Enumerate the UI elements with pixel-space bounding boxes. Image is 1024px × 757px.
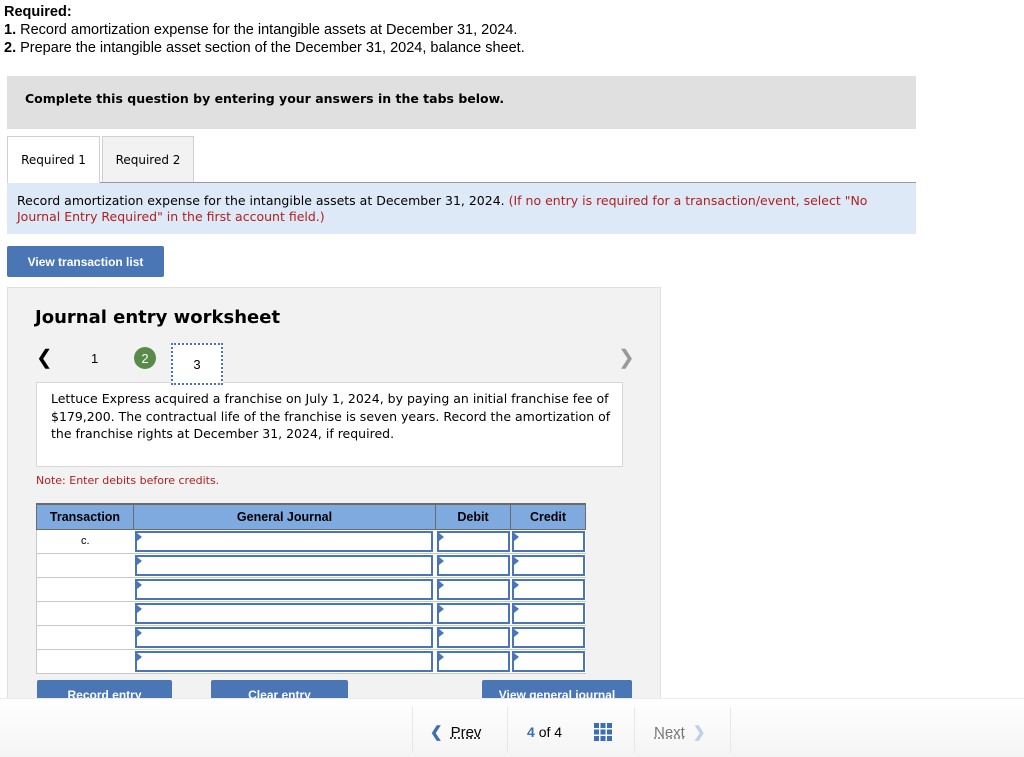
current-question: 4 — [527, 724, 535, 740]
required-section: Required: 1. Record amortization expense… — [4, 3, 525, 57]
next-label: Next — [654, 724, 685, 741]
instructions-bar: Complete this question by entering your … — [7, 76, 916, 129]
required-item-1: 1. Record amortization expense for the i… — [4, 22, 518, 38]
credit-input[interactable] — [511, 554, 585, 576]
table-row: c. — [36, 529, 586, 554]
of-label: of — [538, 724, 551, 740]
account-input[interactable] — [134, 602, 433, 624]
required-title: Required: — [4, 4, 72, 20]
debit-input[interactable] — [436, 626, 510, 648]
credit-input[interactable] — [511, 578, 585, 600]
required-item-2: 2. Prepare the intangible asset section … — [4, 40, 525, 56]
total-questions: 4 — [554, 724, 563, 740]
header-transaction: Transaction — [36, 503, 134, 530]
account-input[interactable] — [134, 578, 433, 600]
prev-button[interactable]: ❮ Prev — [430, 723, 481, 741]
debit-input[interactable] — [436, 530, 510, 552]
grid-icon[interactable] — [594, 723, 612, 741]
table-row — [36, 553, 586, 578]
nav-divider — [634, 707, 635, 753]
transaction-cell — [36, 601, 134, 626]
table-row — [36, 649, 586, 674]
header-debit: Debit — [435, 503, 511, 530]
debit-input[interactable] — [436, 602, 510, 624]
transaction-cell — [36, 625, 134, 650]
chevron-right-icon[interactable]: ❯ — [618, 345, 635, 370]
journal-entry-worksheet: Journal entry worksheet ❮ 1 2 3 ❯ Lettuc… — [7, 287, 661, 710]
transaction-cell: c. — [36, 529, 134, 554]
prompt-text: Record amortization expense for the inta… — [17, 193, 509, 208]
credit-input[interactable] — [511, 530, 585, 552]
transaction-cell — [36, 577, 134, 602]
nav-divider — [730, 707, 731, 753]
journal-table: Transaction General Journal Debit Credit… — [36, 503, 586, 674]
prev-label: Prev — [450, 724, 482, 741]
table-row — [36, 625, 586, 650]
header-credit: Credit — [510, 503, 586, 530]
question-counter: 4 of 4 — [527, 724, 562, 740]
account-input[interactable] — [134, 650, 433, 672]
journal-header-row: Transaction General Journal Debit Credit — [36, 503, 586, 530]
account-input[interactable] — [134, 530, 433, 552]
credit-input[interactable] — [511, 602, 585, 624]
account-input[interactable] — [134, 626, 433, 648]
header-general-journal: General Journal — [133, 503, 436, 530]
chevron-left-icon[interactable]: ❮ — [36, 345, 53, 370]
tab-required-2[interactable]: Required 2 — [102, 136, 194, 182]
bottom-navigation: ❮ Prev 4 of 4 Next ❯ — [0, 698, 1024, 757]
note-text: Note: Enter debits before credits. — [36, 474, 220, 487]
table-row — [36, 577, 586, 602]
worksheet-page-3-current[interactable]: 3 — [171, 343, 223, 385]
tab-required-1[interactable]: Required 1 — [7, 136, 100, 183]
worksheet-page-2-completed[interactable]: 2 — [134, 347, 156, 369]
transaction-cell — [36, 553, 134, 578]
credit-input[interactable] — [511, 626, 585, 648]
debit-input[interactable] — [436, 650, 510, 672]
account-input[interactable] — [134, 554, 433, 576]
credit-input[interactable] — [511, 650, 585, 672]
worksheet-page-1[interactable]: 1 — [91, 351, 98, 366]
debit-input[interactable] — [436, 578, 510, 600]
prompt-bar: Record amortization expense for the inta… — [7, 183, 916, 234]
view-transaction-list-button[interactable]: View transaction list — [7, 246, 164, 277]
chevron-right-icon: ❯ — [692, 724, 706, 741]
table-row — [36, 601, 586, 626]
scenario-text: Lettuce Express acquired a franchise on … — [36, 382, 623, 467]
chevron-left-icon: ❮ — [430, 724, 443, 741]
nav-divider — [412, 707, 413, 753]
next-button[interactable]: Next ❯ — [654, 723, 705, 741]
worksheet-title: Journal entry worksheet — [35, 307, 281, 328]
debit-input[interactable] — [436, 554, 510, 576]
instructions-text: Complete this question by entering your … — [25, 91, 505, 106]
transaction-cell — [36, 649, 134, 674]
nav-divider — [507, 707, 508, 753]
